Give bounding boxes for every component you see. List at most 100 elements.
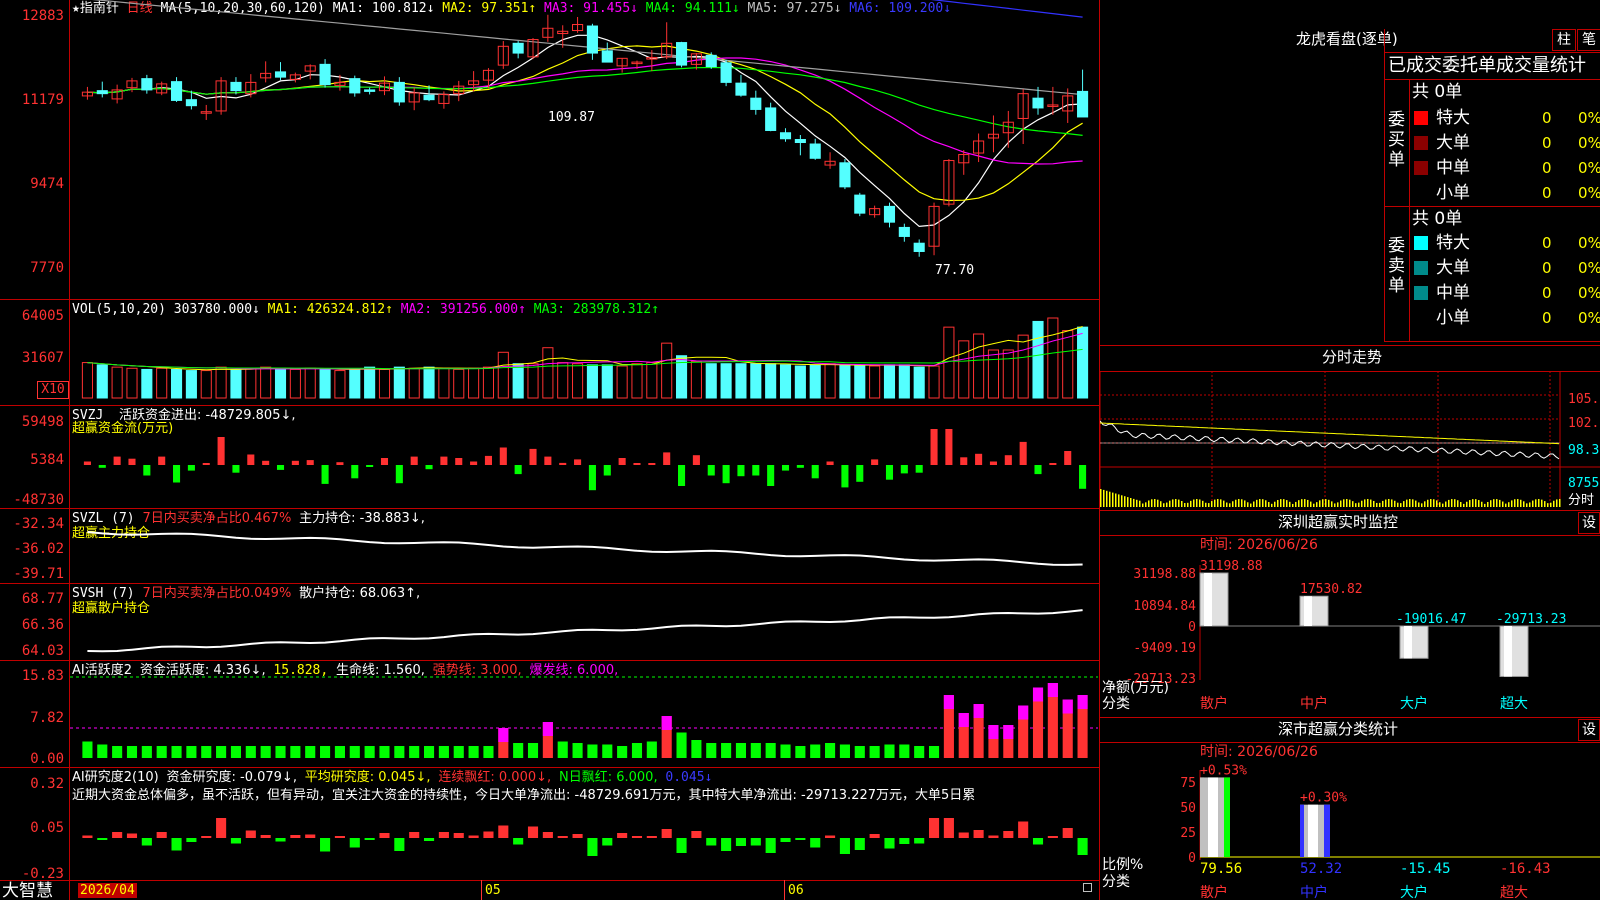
lhb-header: 已成交委托单成交量统计 [1388,55,1586,76]
ss-axis-title: 比例% [1102,857,1144,873]
candle [274,62,287,81]
fs-volume-bar [1118,494,1120,507]
flow-bar [544,456,552,465]
candle-body [675,42,688,66]
fs-volume-bar [1184,502,1186,507]
sz-bar-label: -19016.47 [1396,612,1466,627]
ss-time: 时间: 2026/06/26 [1200,744,1318,760]
flow-bar [707,465,715,476]
flow-bar [143,465,151,476]
ai1-bar [349,746,360,758]
fs-volume-bar [1403,501,1405,507]
volume-bar [913,366,925,399]
flow-bar [603,465,611,476]
ai2-bar [557,836,568,838]
volume-bar [260,366,272,399]
bar-mode-button[interactable]: 柱 [1552,29,1576,51]
flow-bar [202,463,210,465]
volume-bar [215,366,227,399]
fs-volume-bar [1106,490,1108,507]
fs-volume-bar [1310,501,1312,507]
ai1-bar [914,746,925,758]
ai2-bar [572,834,583,838]
ai1-bar [557,741,568,758]
ai2-bar [171,838,182,851]
ai1-bar [765,743,776,758]
fs-volume-bar [1382,500,1384,507]
volume-bar [765,363,777,399]
sz-settings-button[interactable]: 设 [1578,512,1600,534]
sz-bar-group [1199,572,1229,627]
flow-bar [692,455,700,465]
candle [215,77,227,115]
ai2-bar [230,838,242,844]
fs-volume-bar [1196,499,1198,507]
fs-volume-bar [1364,499,1366,507]
fs-volume-bar [1475,499,1477,507]
fs-volume-bar [1538,499,1540,507]
candle [438,91,450,109]
fs-volume-bar [1508,502,1510,507]
order-volume: 0 [1542,309,1552,327]
volume-bar [289,368,301,399]
flow-bar [1079,465,1087,489]
fs-volume-bar [1493,499,1495,507]
fs-volume-bar [1469,500,1471,507]
candle [765,102,777,132]
fs-volume-bar [1340,500,1342,507]
candle [958,150,970,175]
ss-bar-bottom-label: -16.43 [1500,861,1551,877]
fs-volume-bar [1544,501,1546,507]
flow-bar [618,458,626,465]
order-type: 小单 [1436,308,1470,328]
candle [928,202,940,256]
fs-title: 分时走势 [1322,348,1383,366]
flow-bar [83,461,91,465]
lock-icon[interactable] [1083,883,1092,892]
tick-mode-button[interactable]: 笔 [1577,29,1600,51]
fs-volume-bar [1337,502,1339,507]
sz-bar-label: -29713.23 [1496,612,1566,627]
volume-bar [779,364,792,399]
candle-body [854,194,866,214]
ai2-bar [780,838,791,842]
order-row: 中单 0 0% [1412,156,1600,181]
flow-bar [455,458,463,465]
candle-body [750,97,762,110]
ss-category-chart: 75 50 25 0 +0.53% 79.56 散户 +0.30% 52.32 中户 -15.45 大… [1180,763,1600,900]
volume-bar [824,363,836,399]
order-percent: 0% [1578,234,1600,252]
fs-volume-bar [1283,499,1285,507]
ai2-bar [186,838,197,842]
sz-category-label: 中户 [1300,695,1328,712]
order-percent: 0% [1578,109,1600,127]
ai2-bar [245,830,256,838]
ai1-bar [617,746,628,758]
volume-bar [349,368,361,399]
fs-volume-bar [1304,499,1306,507]
fs-volume-bar [1433,499,1435,507]
candle [1077,69,1089,118]
fs-volume-bar [1490,500,1492,507]
ai2-bar [349,838,360,848]
ai1-bar [735,743,747,758]
flow-bar [366,465,374,467]
fs-volume-bar [1325,499,1327,507]
ss-category-label: 超大 [1500,885,1528,900]
ss-settings-button[interactable]: 设 [1578,719,1600,741]
candle-body [809,143,821,159]
ai2-bar [617,833,628,838]
fs-volume-bar [1472,499,1474,507]
ss-bar-top-label: +0.53% [1200,763,1247,778]
fs-volume-bar [1172,499,1174,507]
fs-volume-bar [1208,503,1210,507]
candle [497,41,509,69]
candle [720,59,732,87]
fs-volume-bar [1223,500,1225,507]
fs-volume-bar [1115,493,1117,507]
ss-category-label: 散户 [1200,884,1228,900]
volume-bar [869,365,881,399]
fs-volume-bar [1520,499,1522,507]
sz-bar-highlight [1404,626,1412,659]
ss-bar-bottom-label: 52.32 [1300,861,1342,877]
